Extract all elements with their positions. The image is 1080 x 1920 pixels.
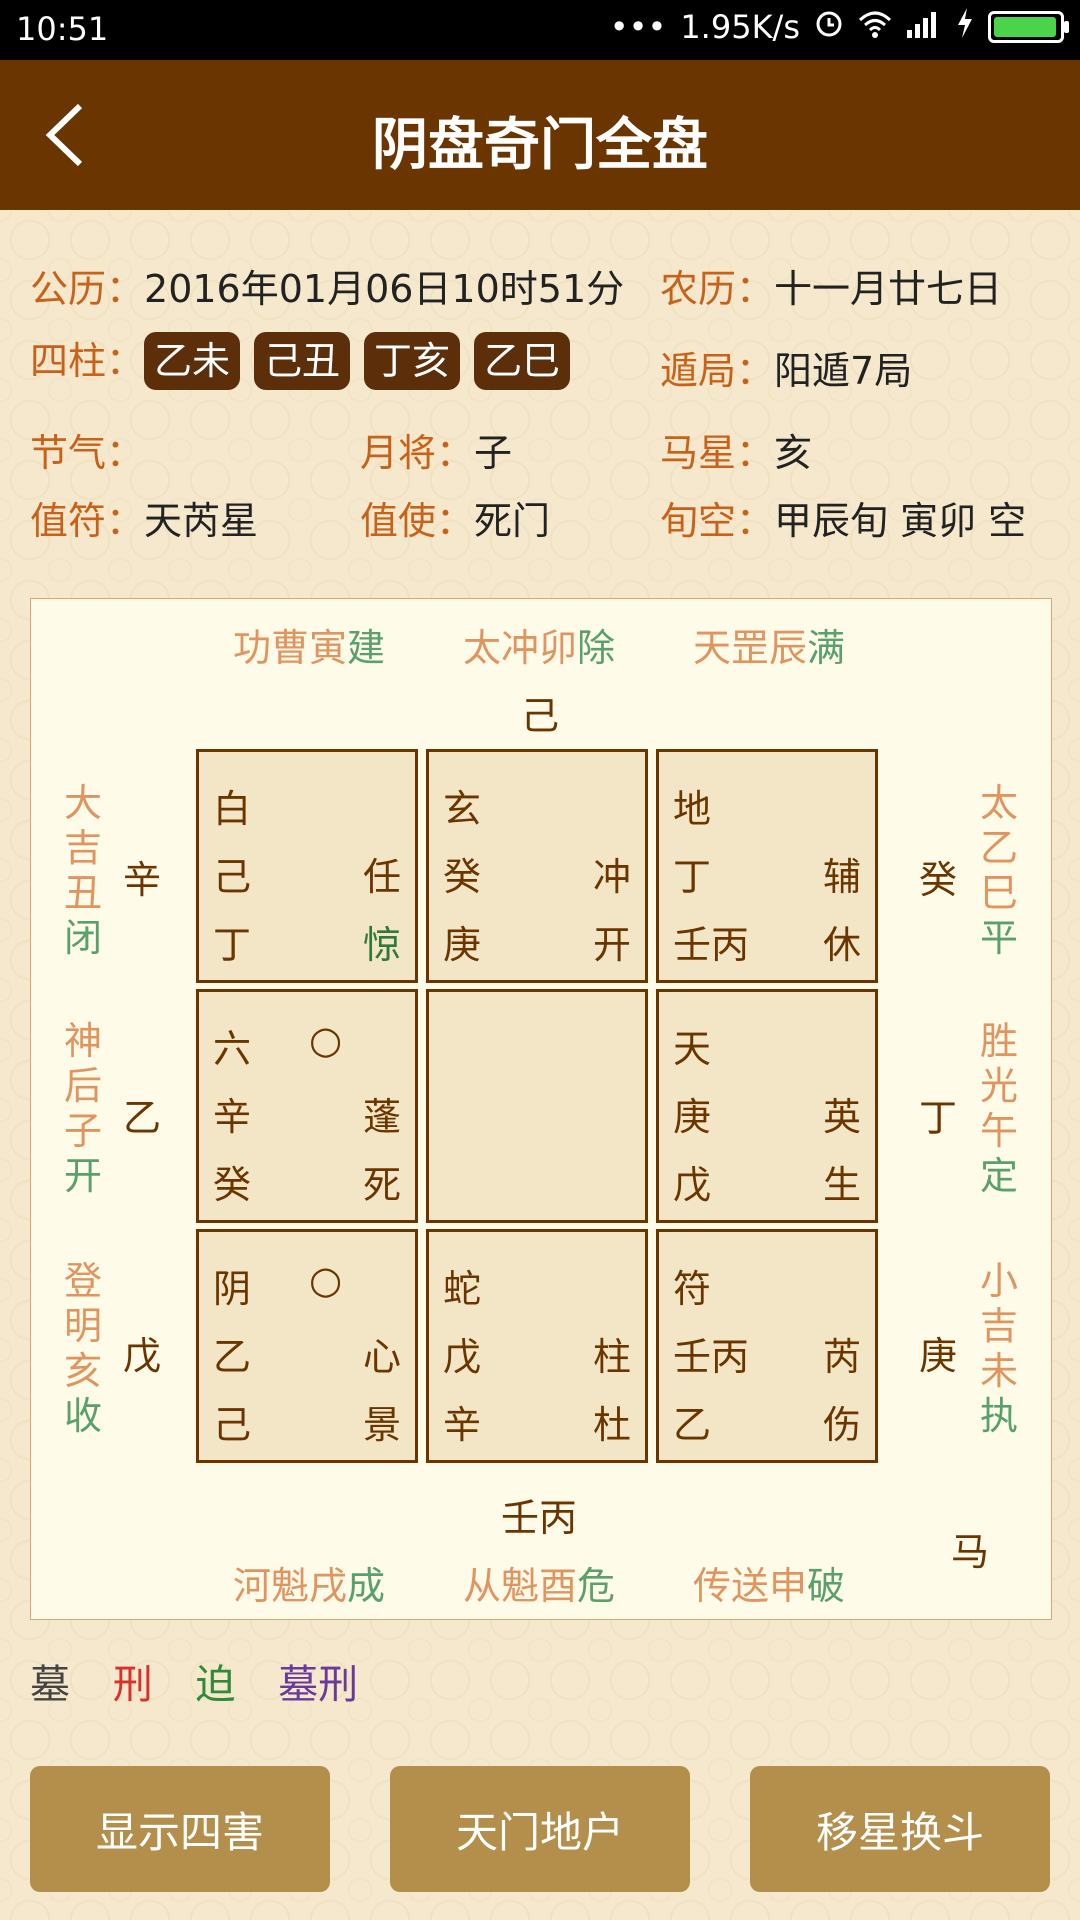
gongli-value: 2016年01月06日10时51分	[144, 267, 625, 311]
nongli-row: 农历：十一月廿七日	[660, 258, 1002, 313]
bottom-stem: 壬丙	[501, 1496, 578, 1540]
legend-xing: 刑	[112, 1662, 153, 1708]
dunju-row: 遁局：阳遁7局	[660, 340, 912, 395]
sizhu-label: 四柱：	[30, 339, 145, 383]
maxing-value: 亥	[774, 431, 813, 475]
left-stem-3: 戊	[123, 1334, 162, 1378]
alarm-icon	[814, 8, 844, 46]
battery-icon	[988, 11, 1069, 43]
palace-cell-9[interactable]: 符 壬丙 芮 乙 伤	[656, 1229, 878, 1463]
status-time: 10:51	[16, 10, 109, 48]
wifi-icon	[858, 8, 892, 46]
show-sihai-button[interactable]: 显示四害	[30, 1766, 330, 1892]
nongli-value: 十一月廿七日	[774, 267, 1003, 311]
right-stem-3: 庚	[919, 1334, 958, 1378]
network-speed: 1.95K/s	[680, 8, 800, 46]
xunkong-value: 甲辰旬 寅卯 空	[774, 499, 1027, 543]
top-label-2: 太冲卯除	[463, 626, 616, 670]
palace-cell-4[interactable]: 六 ○ 辛 蓬 癸 死	[196, 989, 418, 1223]
left-label-3: 登明亥收	[63, 1259, 102, 1438]
bottom-label-1: 河魁戌成	[233, 1564, 386, 1608]
right-stem-1: 癸	[919, 858, 958, 902]
top-label-1: 功曹寅建	[233, 626, 386, 670]
sizhu-row: 四柱： 乙未 己丑 丁亥 乙巳	[30, 330, 584, 390]
bottom-label-2: 从魁酉危	[463, 1564, 616, 1608]
gongli-row: 公历：2016年01月06日10时51分	[30, 258, 624, 313]
zhifu-label: 值符：	[30, 499, 145, 543]
nongli-label: 农历：	[660, 267, 775, 311]
status-icons: ••• 1.95K/s	[609, 8, 1069, 46]
charging-icon	[956, 8, 974, 46]
palace-cell-7[interactable]: 阴 ○ 乙 心 己 景	[196, 1229, 418, 1463]
circle-icon: ○	[309, 1018, 343, 1062]
status-bar: 10:51 ••• 1.95K/s	[0, 0, 1080, 60]
left-label-2: 神后子开	[63, 1019, 102, 1198]
zhishi-value: 死门	[474, 499, 551, 543]
circle-icon: ○	[309, 1258, 343, 1302]
right-stem-2: 丁	[919, 1096, 958, 1140]
yuejiang-value: 子	[474, 431, 513, 475]
yixing-huandou-button[interactable]: 移星换斗	[750, 1766, 1050, 1892]
jieqi-row: 节气：	[30, 422, 144, 477]
dunju-value: 阳遁7局	[774, 349, 913, 393]
zhifu-row: 值符：天芮星	[30, 490, 258, 545]
legend-mu: 墓	[30, 1662, 70, 1708]
palace-cell-3[interactable]: 地 丁 辅 壬丙 休	[656, 749, 878, 983]
yuejiang-label: 月将：	[360, 431, 475, 475]
maxing-row: 马星：亥	[660, 422, 812, 477]
sizhu-pill-hour[interactable]: 乙巳	[474, 332, 571, 390]
palace-cell-2[interactable]: 玄 癸 冲 庚 开	[426, 749, 648, 983]
right-label-2: 胜光午定	[979, 1019, 1018, 1198]
palace-cell-6[interactable]: 天 庚 英 戊 生	[656, 989, 878, 1223]
top-label-3: 天罡辰满	[693, 626, 846, 670]
top-stem: 己	[521, 694, 560, 738]
xunkong-label: 旬空：	[660, 499, 775, 543]
zhishi-row: 值使：死门	[360, 490, 550, 545]
palace-cell-1[interactable]: 白 己 任 丁 惊	[196, 749, 418, 983]
left-stem-2: 乙	[123, 1096, 162, 1140]
zhifu-value: 天芮星	[144, 499, 259, 543]
signal-icon	[906, 8, 942, 46]
tianmen-dihu-button[interactable]: 天门地户	[390, 1766, 690, 1892]
legend-po: 迫	[195, 1662, 236, 1708]
jieqi-label: 节气：	[30, 431, 145, 475]
page-title: 阴盘奇门全盘	[372, 113, 708, 178]
left-stem-1: 辛	[123, 858, 162, 902]
bottom-label-3: 传送申破	[693, 1564, 846, 1608]
title-bar: 阴盘奇门全盘	[0, 60, 1080, 210]
horse-marker: 马	[951, 1530, 990, 1574]
xunkong-row: 旬空：甲辰旬 寅卯 空	[660, 490, 1026, 545]
palace-cell-8[interactable]: 蛇 戊 柱 辛 杜	[426, 1229, 648, 1463]
legend: 墓 刑 迫 墓刑	[30, 1652, 388, 1710]
right-label-3: 小吉未执	[979, 1259, 1018, 1438]
sizhu-pill-month[interactable]: 己丑	[254, 332, 351, 390]
more-dots-icon: •••	[609, 8, 667, 46]
qimen-board: 功曹寅建 太冲卯除 天罡辰满 己 大吉丑闭 神后子开 登明亥收 太乙巳平 胜光午…	[30, 598, 1052, 1620]
left-label-1: 大吉丑闭	[63, 781, 102, 960]
palace-grid: 白 己 任 丁 惊 玄 癸 冲 庚 开 地 丁 辅 壬丙 休 六 ○ 辛 蓬 癸…	[196, 749, 886, 1471]
palace-cell-5[interactable]	[426, 989, 648, 1223]
legend-muxing: 墓刑	[278, 1662, 359, 1708]
dunju-label: 遁局：	[660, 349, 775, 393]
sizhu-pill-year[interactable]: 乙未	[144, 332, 241, 390]
yuejiang-row: 月将：子	[360, 422, 512, 477]
gongli-label: 公历：	[30, 267, 145, 311]
right-label-1: 太乙巳平	[979, 781, 1018, 960]
maxing-label: 马星：	[660, 431, 775, 475]
sizhu-pill-day[interactable]: 丁亥	[364, 332, 461, 390]
zhishi-label: 值使：	[360, 499, 475, 543]
